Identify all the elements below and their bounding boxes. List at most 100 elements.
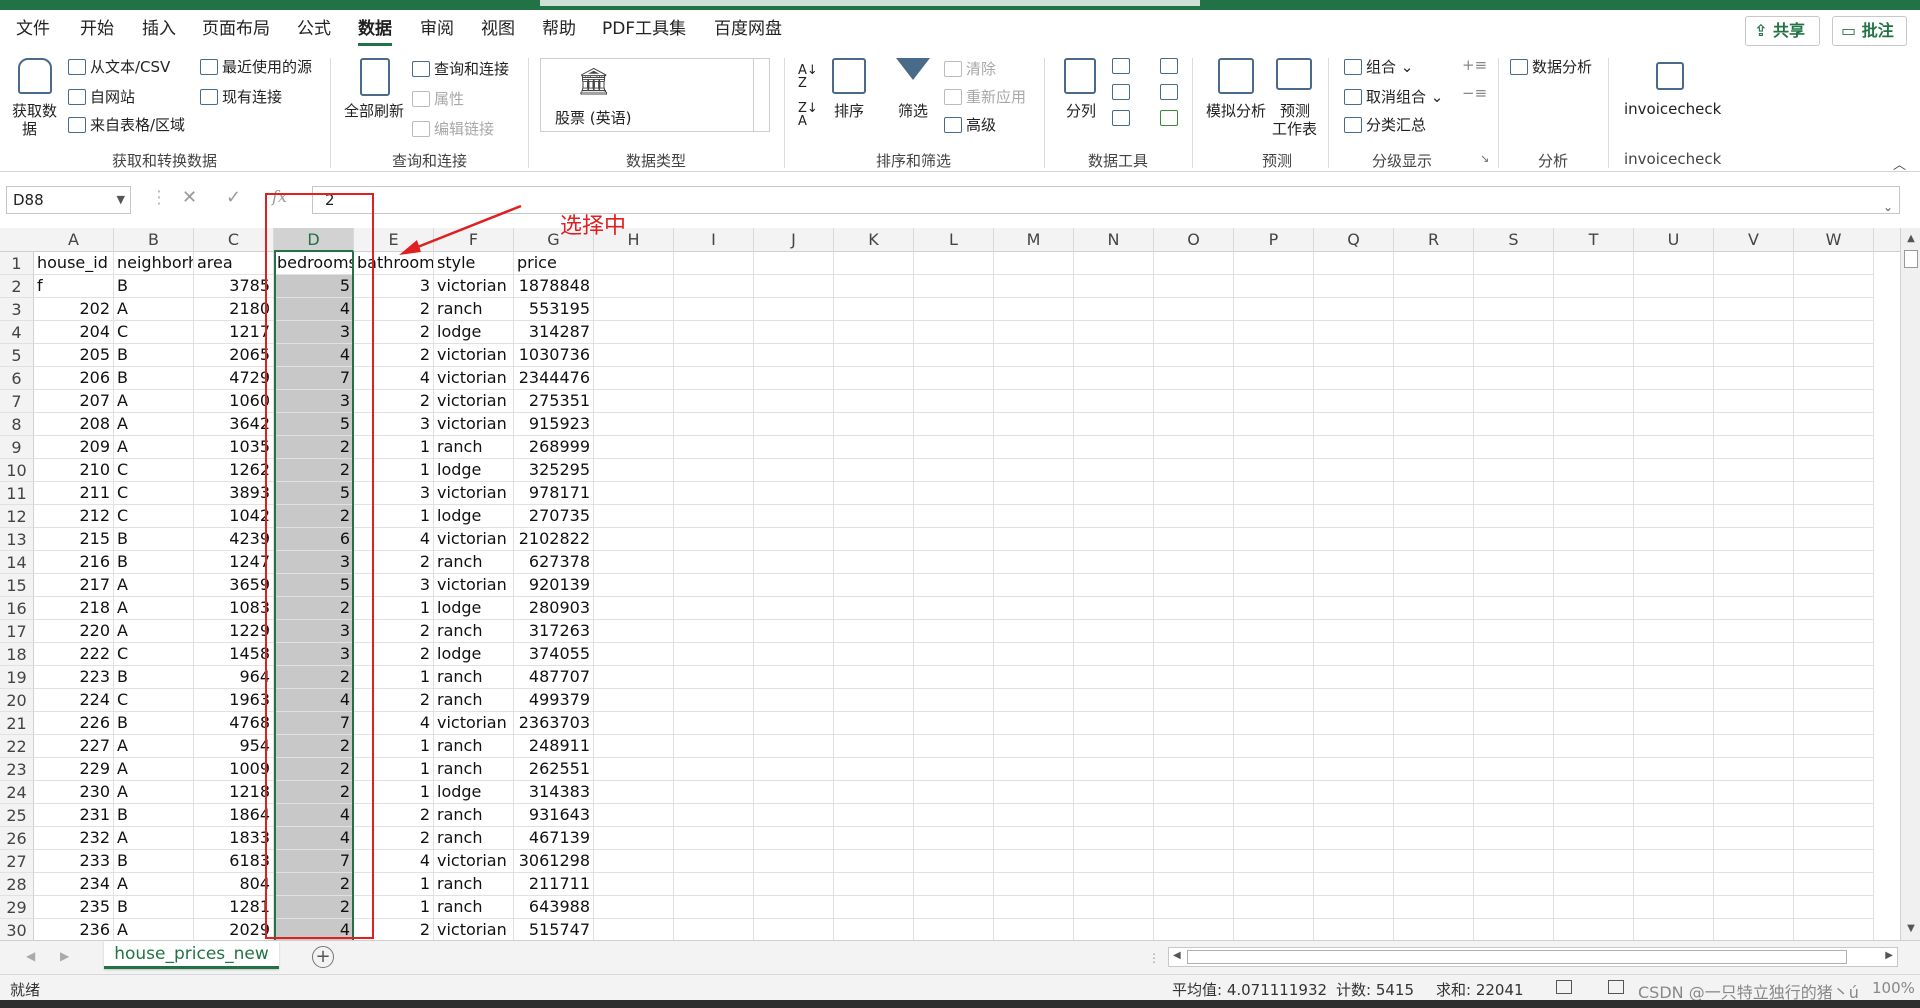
cell-w18[interactable] (1794, 643, 1874, 666)
cell-f6[interactable]: victorian (434, 367, 514, 390)
cell-c25[interactable]: 1864 (194, 804, 274, 827)
cell-v28[interactable] (1714, 873, 1794, 896)
cell-m7[interactable] (994, 390, 1074, 413)
cell-w25[interactable] (1794, 804, 1874, 827)
cell-m6[interactable] (994, 367, 1074, 390)
column-header-m[interactable]: M (994, 228, 1074, 252)
cell-k4[interactable] (834, 321, 914, 344)
cell-n1[interactable] (1074, 252, 1154, 275)
comments-button[interactable]: ▭ 批注 (1832, 16, 1907, 46)
cell-h30[interactable] (594, 919, 674, 940)
tab-view[interactable]: 视图 (481, 18, 515, 46)
cell-w16[interactable] (1794, 597, 1874, 620)
cell-q1[interactable] (1314, 252, 1394, 275)
cell-w4[interactable] (1794, 321, 1874, 344)
cell-o29[interactable] (1154, 896, 1234, 919)
cell-s7[interactable] (1474, 390, 1554, 413)
cell-h25[interactable] (594, 804, 674, 827)
sort-button[interactable]: 排序 (834, 100, 864, 121)
cell-u24[interactable] (1634, 781, 1714, 804)
cell-p21[interactable] (1234, 712, 1314, 735)
cell-o11[interactable] (1154, 482, 1234, 505)
cell-r8[interactable] (1394, 413, 1474, 436)
cell-p23[interactable] (1234, 758, 1314, 781)
cell-c14[interactable]: 1247 (194, 551, 274, 574)
cell-c2[interactable]: 3785 (194, 275, 274, 298)
cell-m26[interactable] (994, 827, 1074, 850)
cell-s8[interactable] (1474, 413, 1554, 436)
cell-u7[interactable] (1634, 390, 1714, 413)
cell-m25[interactable] (994, 804, 1074, 827)
cell-r24[interactable] (1394, 781, 1474, 804)
cell-j24[interactable] (754, 781, 834, 804)
scroll-down-icon[interactable]: ▼ (1904, 922, 1918, 936)
cell-n2[interactable] (1074, 275, 1154, 298)
cell-p27[interactable] (1234, 850, 1314, 873)
cell-m30[interactable] (994, 919, 1074, 940)
cell-o24[interactable] (1154, 781, 1234, 804)
normal-view-icon[interactable] (1556, 980, 1572, 994)
cell-r11[interactable] (1394, 482, 1474, 505)
column-header-n[interactable]: N (1074, 228, 1154, 252)
cell-t25[interactable] (1554, 804, 1634, 827)
cell-n4[interactable] (1074, 321, 1154, 344)
cell-q20[interactable] (1314, 689, 1394, 712)
cell-q7[interactable] (1314, 390, 1394, 413)
cell-e29[interactable]: 1 (354, 896, 434, 919)
cell-w2[interactable] (1794, 275, 1874, 298)
cell-n11[interactable] (1074, 482, 1154, 505)
cell-c1[interactable]: area (194, 252, 274, 275)
cell-i3[interactable] (674, 298, 754, 321)
row-header[interactable]: 6 (0, 367, 34, 390)
cell-r26[interactable] (1394, 827, 1474, 850)
cell-n14[interactable] (1074, 551, 1154, 574)
cell-f23[interactable]: ranch (434, 758, 514, 781)
show-detail-icon[interactable]: +≡ (1462, 56, 1487, 74)
cell-t22[interactable] (1554, 735, 1634, 758)
cell-s20[interactable] (1474, 689, 1554, 712)
cell-a4[interactable]: 204 (34, 321, 114, 344)
cell-c8[interactable]: 3642 (194, 413, 274, 436)
cell-f7[interactable]: victorian (434, 390, 514, 413)
cell-l24[interactable] (914, 781, 994, 804)
cell-w11[interactable] (1794, 482, 1874, 505)
cell-d7[interactable]: 3 (274, 390, 354, 413)
horizontal-scrollbar[interactable]: ◀ ▶ (1168, 947, 1898, 967)
cell-m16[interactable] (994, 597, 1074, 620)
cell-n16[interactable] (1074, 597, 1154, 620)
cell-o25[interactable] (1154, 804, 1234, 827)
cell-r10[interactable] (1394, 459, 1474, 482)
cell-o27[interactable] (1154, 850, 1234, 873)
cell-t7[interactable] (1554, 390, 1634, 413)
cell-n26[interactable] (1074, 827, 1154, 850)
cell-g14[interactable]: 627378 (514, 551, 594, 574)
column-header-i[interactable]: I (674, 228, 754, 252)
cell-g23[interactable]: 262551 (514, 758, 594, 781)
cell-f26[interactable]: ranch (434, 827, 514, 850)
cell-j12[interactable] (754, 505, 834, 528)
cell-d24[interactable]: 2 (274, 781, 354, 804)
cell-c11[interactable]: 3893 (194, 482, 274, 505)
cell-k6[interactable] (834, 367, 914, 390)
cell-c28[interactable]: 804 (194, 873, 274, 896)
cell-f28[interactable]: ranch (434, 873, 514, 896)
column-header-t[interactable]: T (1554, 228, 1634, 252)
cell-i6[interactable] (674, 367, 754, 390)
cell-g30[interactable]: 515747 (514, 919, 594, 940)
cell-b29[interactable]: B (114, 896, 194, 919)
cell-u4[interactable] (1634, 321, 1714, 344)
column-header-j[interactable]: J (754, 228, 834, 252)
cell-l16[interactable] (914, 597, 994, 620)
sort-asc-icon[interactable]: A↓ Z (798, 64, 818, 90)
forecast-sheet-button-line2[interactable]: 工作表 (1272, 118, 1317, 139)
cell-l25[interactable] (914, 804, 994, 827)
prev-sheet-icon[interactable]: ◀ (26, 949, 35, 963)
cell-j15[interactable] (754, 574, 834, 597)
cell-k19[interactable] (834, 666, 914, 689)
cell-s11[interactable] (1474, 482, 1554, 505)
cell-h1[interactable] (594, 252, 674, 275)
cell-p19[interactable] (1234, 666, 1314, 689)
cell-l3[interactable] (914, 298, 994, 321)
row-header[interactable]: 17 (0, 620, 34, 643)
cell-g25[interactable]: 931643 (514, 804, 594, 827)
